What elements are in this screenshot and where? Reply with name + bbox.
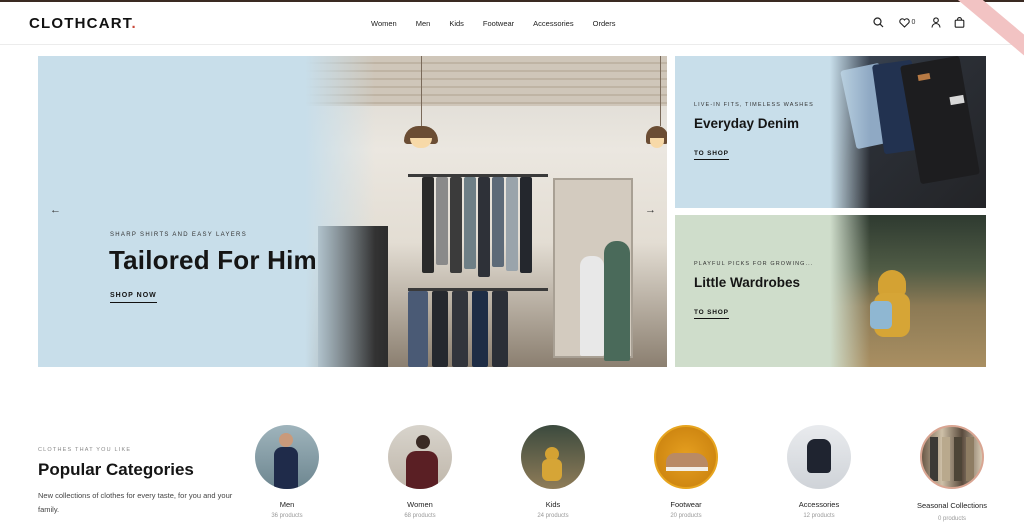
prev-slide-arrow-icon[interactable]: ←: [50, 204, 61, 216]
nav-item-kids[interactable]: Kids: [449, 19, 464, 28]
hero-banner: SHARP SHIRTS AND EASY LAYERS Tailored Fo…: [38, 56, 667, 367]
nav-item-women[interactable]: Women: [371, 19, 397, 28]
category-name: Seasonal Collections: [916, 501, 988, 510]
hanging-shirt: [472, 291, 488, 367]
nav-item-footwear[interactable]: Footwear: [483, 19, 514, 28]
category-accessories[interactable]: Accessories 12 products: [774, 425, 864, 519]
hanging-cloth: [464, 177, 476, 269]
category-men-image: [255, 425, 319, 489]
hanging-shirt: [452, 291, 468, 367]
hero-photo-fade: [305, 56, 375, 367]
category-name: Accessories: [798, 500, 840, 509]
bag-icon[interactable]: [953, 16, 966, 29]
lamp-icon: [404, 126, 438, 148]
header-icons: 0: [872, 16, 977, 29]
category-name: Kids: [545, 500, 561, 509]
shopper-figure: [580, 256, 604, 356]
hanging-cloth: [450, 177, 462, 273]
hanging-shirt: [432, 291, 448, 367]
category-name: Women: [407, 500, 433, 509]
hanging-cloth: [436, 177, 448, 265]
category-women[interactable]: Women 68 products: [375, 425, 465, 519]
hanging-cloth: [422, 177, 434, 273]
nav-item-orders[interactable]: Orders: [593, 19, 616, 28]
hanging-cloth: [492, 177, 504, 267]
category-count: 36 products: [271, 513, 303, 519]
site-header: CLOTHCART. Women Men Kids Footwear Acces…: [0, 0, 1024, 66]
denim-subtitle: LIVE-IN FITS, TIMELESS WASHES: [694, 102, 814, 108]
wishlist-button[interactable]: 0: [896, 16, 918, 29]
kids-title: Little Wardrobes: [694, 275, 801, 290]
category-kids-image: [521, 425, 585, 489]
nav-item-men[interactable]: Men: [416, 19, 431, 28]
category-count: 24 products: [537, 513, 569, 519]
heart-icon: [898, 17, 910, 28]
category-men[interactable]: Men 36 products: [242, 425, 332, 519]
category-kids[interactable]: Kids 24 products: [508, 425, 598, 519]
category-count: 68 products: [404, 513, 436, 519]
hanging-shirt: [408, 291, 428, 367]
category-women-image: [388, 425, 452, 489]
category-seasonal-image: [920, 425, 984, 489]
brand-dot: .: [131, 15, 137, 32]
denim-fade: [830, 56, 870, 208]
hanging-shirt: [492, 291, 508, 367]
kids-shop-button[interactable]: TO SHOP: [694, 309, 729, 319]
search-icon[interactable]: [872, 16, 885, 29]
denim-shop-button[interactable]: TO SHOP: [694, 150, 729, 160]
lamp-wire: [421, 56, 422, 126]
shop-now-button[interactable]: SHOP NOW: [110, 292, 157, 303]
shopper-figure: [604, 241, 630, 361]
category-accessories-image: [787, 425, 851, 489]
lamp-icon: [646, 126, 667, 148]
category-name: Men: [279, 500, 295, 509]
brand-logo[interactable]: CLOTHCART.: [29, 15, 137, 32]
categories-description: New collections of clothes for every tas…: [38, 491, 233, 514]
user-icon[interactable]: [929, 16, 942, 29]
category-seasonal[interactable]: Seasonal Collections 0 products: [907, 425, 997, 522]
promo-card-denim[interactable]: LIVE-IN FITS, TIMELESS WASHES Everyday D…: [675, 56, 986, 208]
hanging-cloth: [506, 177, 518, 271]
nav-item-accessories[interactable]: Accessories: [533, 19, 573, 28]
category-footwear-image: [654, 425, 718, 489]
categories-title: Popular Categories: [38, 460, 194, 479]
wishlist-count: 0: [911, 19, 916, 26]
denim-title: Everyday Denim: [694, 116, 800, 131]
promo-card-kids[interactable]: PLAYFUL PICKS FOR GROWING... Little Ward…: [675, 215, 986, 367]
main-nav: Women Men Kids Footwear Accessories Orde…: [371, 19, 635, 28]
kids-fade: [830, 215, 870, 367]
category-count: 12 products: [803, 513, 835, 519]
kids-subtitle: PLAYFUL PICKS FOR GROWING...: [694, 261, 814, 267]
hanging-cloth: [520, 177, 532, 273]
category-footwear[interactable]: Footwear 20 products: [641, 425, 731, 519]
category-count: 20 products: [670, 513, 702, 519]
brand-name: CLOTHCART: [29, 15, 132, 32]
hero-title: Tailored For Him: [109, 245, 317, 275]
lamp-wire: [660, 56, 661, 126]
hanging-cloth: [478, 177, 490, 277]
hero-subtitle: SHARP SHIRTS AND EASY LAYERS: [110, 232, 247, 238]
category-name: Footwear: [670, 500, 702, 509]
next-slide-arrow-icon[interactable]: →: [645, 204, 656, 216]
category-count: 0 products: [937, 516, 967, 522]
categories-subtitle: CLOTHES THAT YOU LIKE: [38, 447, 132, 453]
